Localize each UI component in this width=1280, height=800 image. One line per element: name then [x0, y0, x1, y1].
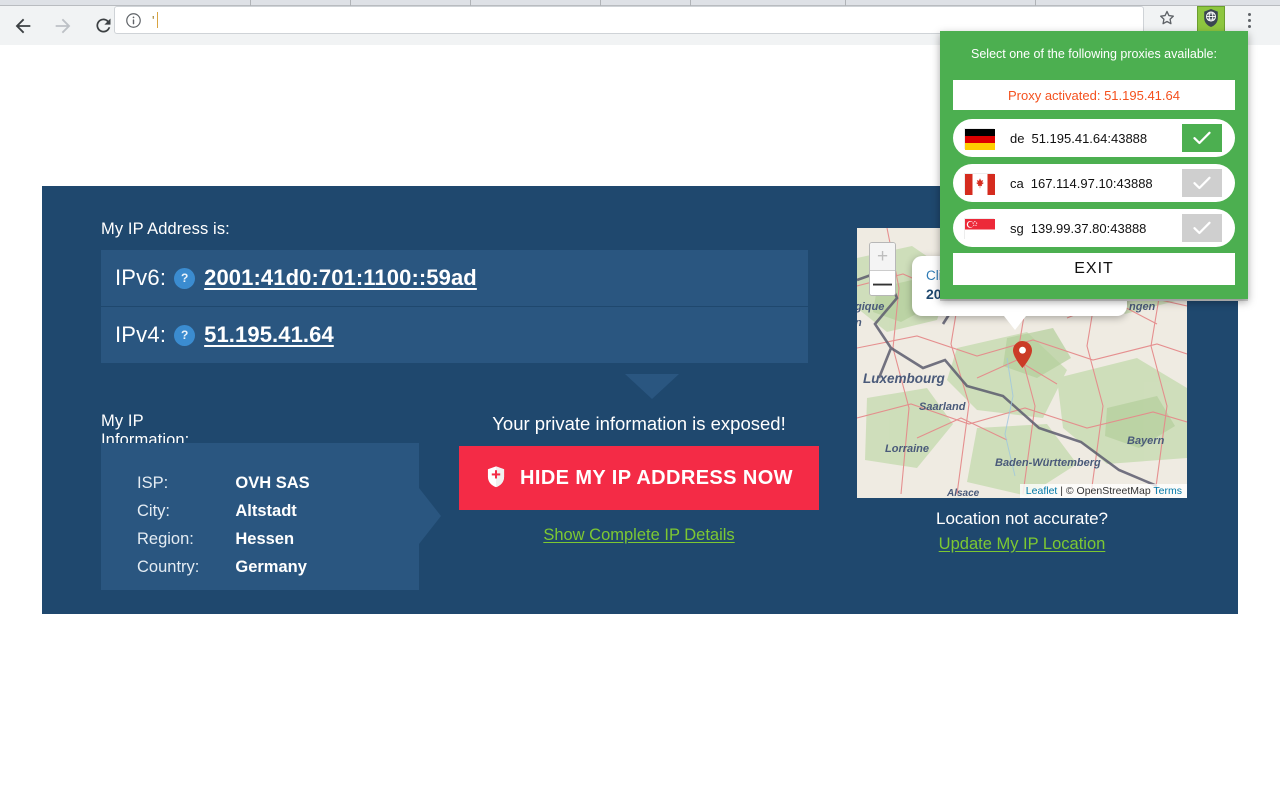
svg-text:Saarland: Saarland [919, 401, 966, 413]
svg-text:gique: gique [857, 301, 884, 313]
show-details-link-wrap: Show Complete IP Details [459, 526, 819, 545]
map-caption: Location not accurate? Update My IP Loca… [807, 509, 1237, 554]
proxy-country-code: de [1010, 130, 1025, 146]
svg-text:Baden-Württemberg: Baden-Württemberg [995, 457, 1101, 469]
svg-text:Luxembourg: Luxembourg [863, 371, 946, 386]
country-label: Country: [137, 557, 200, 576]
browser-menu-button[interactable] [1236, 6, 1262, 34]
ipv6-row: IPv6: ? 2001:41d0:701:1100::59ad [101, 250, 808, 306]
text-caret [157, 12, 159, 28]
back-button[interactable] [6, 9, 40, 43]
proxy-status-banner: Proxy activated: 51.195.41.64 [953, 80, 1235, 110]
hide-ip-button[interactable]: HIDE MY IP ADDRESS NOW [459, 446, 819, 510]
proxy-status-text: Proxy activated: 51.195.41.64 [1007, 87, 1180, 103]
isp-value: OVH SAS [235, 473, 310, 492]
region-value: Hessen [235, 529, 295, 548]
cta-notch [625, 374, 679, 399]
star-icon [1157, 8, 1177, 33]
reload-icon [93, 15, 114, 36]
proxy-extension-button[interactable] [1197, 6, 1225, 34]
ipv4-value[interactable]: 51.195.41.64 [204, 322, 334, 348]
map-attribution: Leaflet | © OpenStreetMap Terms [1019, 484, 1187, 498]
exit-button[interactable]: EXIT [953, 253, 1235, 285]
svg-text:Bayern: Bayern [1127, 435, 1165, 447]
shield-globe-icon [1200, 7, 1222, 34]
ip-information-table: ISP: OVH SAS City: Altstadt Region: Hess… [137, 469, 310, 581]
osm-attribution: © OpenStreetMap [1065, 485, 1154, 497]
show-complete-ip-details-link[interactable]: Show Complete IP Details [543, 526, 734, 544]
proxy-country-code: ca [1010, 175, 1024, 191]
shield-icon [485, 465, 507, 492]
map-zoom-in-button[interactable]: + [870, 243, 895, 270]
ipv4-help-icon[interactable]: ? [174, 324, 196, 346]
map-pin-icon[interactable] [1013, 341, 1032, 368]
ip-section-label: My IP Address is: [101, 220, 230, 238]
update-ip-location-link[interactable]: Update My IP Location [939, 535, 1106, 553]
hide-ip-button-label: HIDE MY IP ADDRESS NOW [520, 466, 793, 489]
ipv6-value[interactable]: 2001:41d0:701:1100::59ad [204, 265, 477, 291]
cta-headline: Your private information is exposed! [492, 413, 786, 434]
city-label: City: [137, 501, 170, 520]
isp-label: ISP: [137, 473, 169, 492]
proxy-address: 167.114.97.10:43888 [1030, 175, 1153, 191]
terms-link[interactable]: Terms [1153, 485, 1182, 497]
exit-button-label: EXIT [1074, 260, 1114, 277]
forward-button[interactable] [46, 9, 80, 43]
bookmark-button[interactable] [1152, 6, 1182, 34]
location-accuracy-text: Location not accurate? [935, 509, 1108, 528]
address-bar[interactable]: ' [114, 6, 1144, 34]
attribution-separator: | [1057, 485, 1066, 497]
table-row: Country: Germany [137, 553, 310, 581]
proxy-select-checkbox-ca[interactable] [1182, 169, 1222, 197]
ipv4-row: IPv4: ? 51.195.41.64 [101, 307, 808, 363]
proxy-row-ca[interactable]: ca 167.114.97.10:43888 [953, 164, 1235, 202]
ipv6-label: IPv6: [115, 265, 167, 290]
site-info-icon[interactable] [125, 12, 142, 29]
svg-text:ngen: ngen [1129, 301, 1156, 313]
proxy-country-code: sg [1010, 220, 1024, 236]
three-dot-menu-icon [1247, 12, 1251, 28]
extension-popup-title: Select one of the following proxies avai… [971, 47, 1217, 61]
ipv6-help-icon[interactable]: ? [174, 267, 196, 289]
svg-text:n: n [857, 317, 862, 329]
back-arrow-icon [12, 15, 34, 37]
map-popup-tail [1004, 316, 1026, 330]
sg-flag-icon [964, 217, 995, 240]
proxy-address: 51.195.41.64:43888 [1031, 130, 1148, 146]
proxy-select-checkbox-sg[interactable] [1182, 214, 1222, 242]
proxy-select-checkbox-de[interactable] [1182, 124, 1222, 152]
forward-arrow-icon [52, 15, 74, 37]
table-row: ISP: OVH SAS [137, 469, 310, 497]
svg-text:Alsace: Alsace [946, 488, 980, 498]
leaflet-link[interactable]: Leaflet [1026, 485, 1058, 497]
map-zoom-out-button[interactable]: — [870, 270, 895, 295]
region-label: Region: [137, 529, 194, 548]
proxy-address: 139.99.37.80:43888 [1030, 220, 1147, 236]
ipv4-label: IPv4: [115, 322, 167, 347]
table-row: City: Altstadt [137, 497, 310, 525]
country-value: Germany [235, 557, 307, 576]
map-zoom-controls[interactable]: + — [869, 242, 896, 296]
table-row: Region: Hessen [137, 525, 310, 553]
ip-information-panel: ISP: OVH SAS City: Altstadt Region: Hess… [101, 443, 419, 590]
city-value: Altstadt [235, 501, 297, 520]
info-panel-arrow [419, 488, 441, 544]
address-bar-value: ' [152, 12, 155, 28]
svg-text:Lorraine: Lorraine [885, 443, 929, 455]
proxy-row-sg[interactable]: sg 139.99.37.80:43888 [953, 209, 1235, 247]
proxy-extension-popup: Select one of the following proxies avai… [940, 31, 1248, 299]
ca-flag-icon [964, 172, 995, 195]
proxy-row-de[interactable]: de 51.195.41.64:43888 [953, 119, 1235, 157]
de-flag-icon [964, 127, 995, 150]
